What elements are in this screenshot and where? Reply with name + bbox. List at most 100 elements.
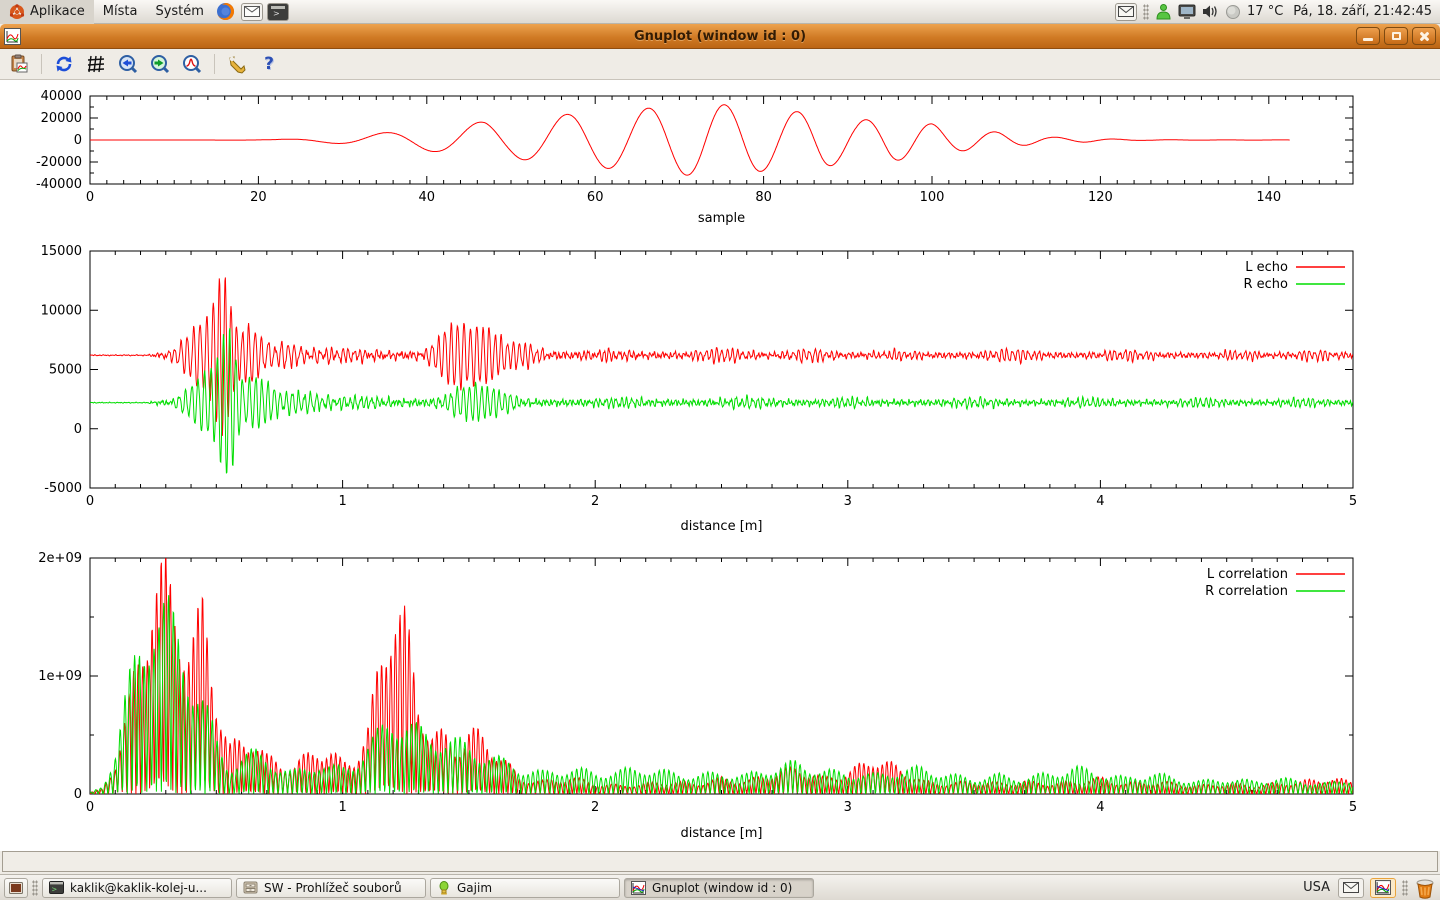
grid-icon [87,55,105,73]
x-tick-label: 40 [419,190,436,205]
gnuplot-plot-icon [1375,880,1391,895]
series-l-echo [90,278,1353,436]
x-axis-label: distance [m] [680,826,762,841]
taskbar-handle [1402,880,1408,896]
y-tick-label: 2e+09 [38,551,82,566]
task-button-gnuplot[interactable]: Gnuplot (window id : 0) [624,878,814,898]
mail-launcher[interactable] [239,0,265,24]
volume-icon[interactable] [1202,4,1219,19]
x-tick-label: 80 [755,190,772,205]
y-tick-label: 20000 [41,111,82,126]
gnuplot-icon [631,881,646,895]
x-axis-label: sample [698,211,745,226]
mail-envelope-icon[interactable] [1115,3,1137,21]
task-button-terminal[interactable]: > kaklik@kaklik-kolej-u... [42,878,232,898]
refresh-button[interactable] [51,51,77,77]
close-button[interactable] [1412,27,1436,45]
minimize-button[interactable] [1356,27,1380,45]
menu-system[interactable]: Systém [146,0,212,24]
x-tick-label: 100 [920,190,945,205]
gnuplot-window: Gnuplot (window id : 0) [0,24,1440,873]
x-tick-label: 3 [844,800,852,815]
grid-button[interactable] [83,51,109,77]
x-tick-label: 2 [591,800,599,815]
svg-text:>: > [51,886,57,894]
x-tick-label: 4 [1096,800,1104,815]
gnuplot-tray-button[interactable] [1370,878,1396,898]
gnuplot-statusbar [2,851,1438,872]
x-tick-label: 0 [86,190,94,205]
tray-handle[interactable] [1143,4,1149,20]
chart-correlation: 0123452e+091e+090distance [m]L correlati… [0,546,1440,852]
gnuplot-toolbar: ? [0,49,1440,80]
menu-places[interactable]: Místa [94,0,147,24]
y-tick-label: 15000 [41,244,82,259]
clock-applet[interactable]: Pá, 18. září, 21:42:45 [1289,4,1432,19]
task-label: SW - Prohlížeč souborů [264,881,402,895]
keyboard-layout-indicator[interactable]: USA [1303,880,1330,895]
plot-area[interactable]: 02040608010012014040000200000-20000-4000… [0,80,1440,851]
toolbar-separator [214,54,215,74]
configure-button[interactable] [224,51,250,77]
y-tick-label: -5000 [44,481,82,496]
task-button-file-manager[interactable]: SW - Prohlížeč souborů [236,878,426,898]
copy-clipboard-icon [9,54,29,74]
mail-tray-button[interactable] [1338,878,1364,898]
legend-label: R correlation [1205,584,1288,599]
series-ping [90,105,1290,175]
show-desktop-icon [9,882,23,894]
series-r-correlation [90,595,1353,794]
zoom-previous-button[interactable] [115,51,141,77]
zoom-previous-icon [118,54,138,74]
x-tick-label: 0 [86,494,94,509]
mail-envelope-icon [1343,882,1359,893]
x-axis-label: distance [m] [680,519,762,534]
svg-text:>_: >_ [273,9,285,17]
trash-applet[interactable] [1414,877,1436,899]
bottom-taskbar: > kaklik@kaklik-kolej-u... SW - Prohlíže… [0,874,1440,900]
gnome-top-panel: Aplikace Místa Systém >_ [0,0,1440,24]
show-desktop-button[interactable] [4,878,28,898]
zoom-next-button[interactable] [147,51,173,77]
y-tick-label: 0 [74,422,82,437]
y-tick-label: 1e+09 [38,669,82,684]
terminal-icon: >_ [267,3,289,21]
terminal-icon: > [49,881,64,894]
taskbar-tray: USA [1303,877,1436,899]
y-tick-label: 0 [74,133,82,148]
gnuplot-window-icon [4,28,21,45]
display-icon[interactable] [1178,4,1196,20]
weather-icon[interactable] [1225,4,1241,20]
x-tick-label: 3 [844,494,852,509]
window-titlebar[interactable]: Gnuplot (window id : 0) [0,24,1440,49]
y-tick-label: -40000 [36,177,82,192]
file-manager-icon [243,881,258,894]
legend-label: L echo [1245,260,1288,275]
task-label: Gajim [457,881,492,895]
x-tick-label: 140 [1256,190,1281,205]
menu-applications[interactable]: Aplikace [0,0,94,24]
toolbar-separator [41,54,42,74]
terminal-launcher[interactable]: >_ [265,0,291,24]
menu-system-label: Systém [155,4,203,19]
user-switcher-icon[interactable] [1155,3,1172,20]
task-button-gajim[interactable]: Gajim [430,878,620,898]
help-button[interactable]: ? [256,51,282,77]
zoom-next-icon [150,54,170,74]
trash-icon [1414,877,1436,899]
autoscale-icon [182,54,202,74]
firefox-launcher[interactable] [213,0,239,24]
wrench-icon [227,54,247,74]
system-tray: 17 °C Pá, 18. září, 21:42:45 [1115,3,1440,21]
legend-label: R echo [1243,277,1288,292]
maximize-button[interactable] [1384,27,1408,45]
taskbar-handle[interactable] [32,880,38,896]
copy-to-clipboard-button[interactable] [6,51,32,77]
task-label: kaklik@kaklik-kolej-u... [70,881,207,895]
minimize-icon [1363,38,1373,41]
menu-places-label: Místa [103,4,138,19]
mail-icon [241,3,263,21]
temperature-label[interactable]: 17 °C [1247,4,1283,19]
x-tick-label: 1 [338,494,346,509]
autoscale-button[interactable] [179,51,205,77]
